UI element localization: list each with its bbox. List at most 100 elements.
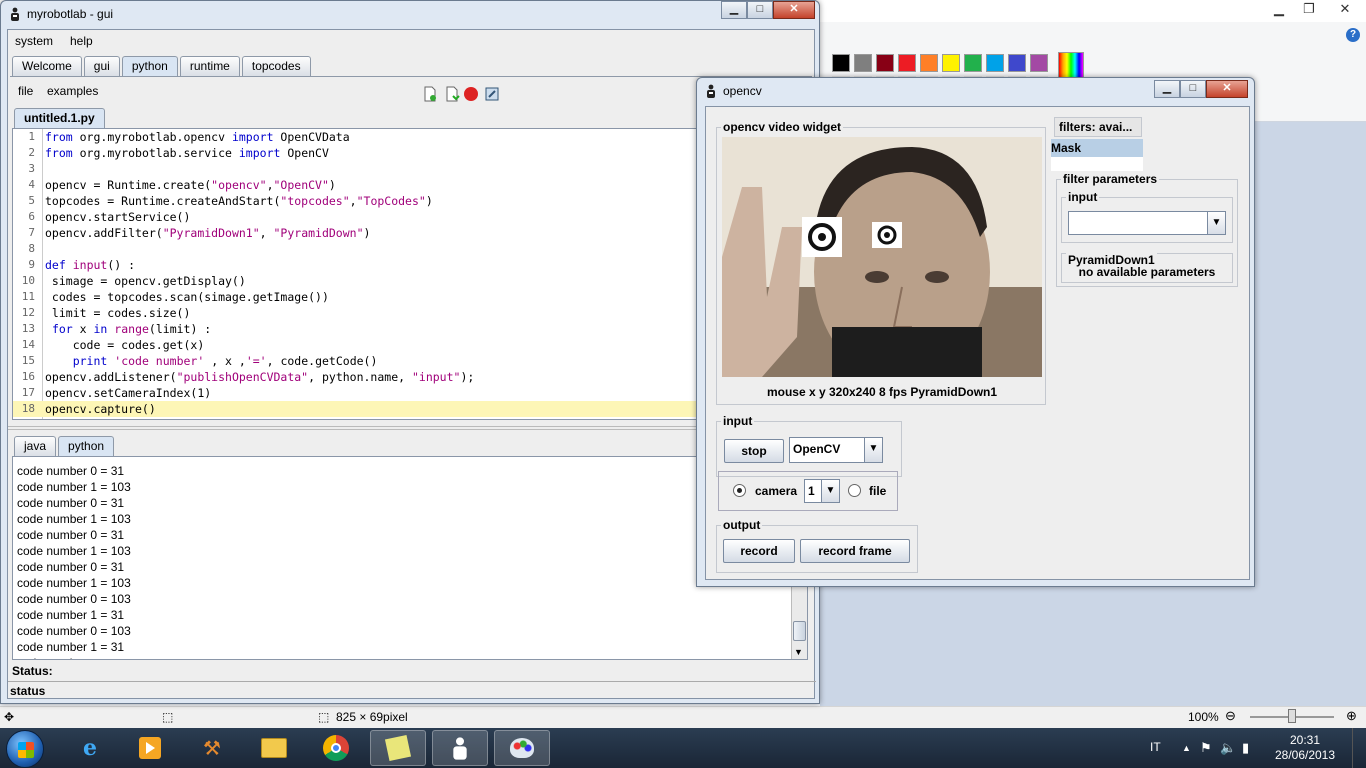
- file-radio[interactable]: [848, 484, 861, 497]
- chrome-icon[interactable]: [308, 730, 364, 766]
- code-line[interactable]: 5 topcodes = Runtime.createAndStart("topc…: [13, 193, 711, 209]
- minimize-icon[interactable]: ▁: [1154, 80, 1180, 98]
- code-line[interactable]: 8: [13, 241, 711, 257]
- tab-gui[interactable]: gui: [83, 56, 120, 76]
- tab-topcodes[interactable]: topcodes: [241, 56, 311, 76]
- java-app-icon[interactable]: [432, 730, 488, 766]
- code-line[interactable]: 15 print 'code number' , x ,'=', code.ge…: [13, 353, 711, 369]
- tab-runtime[interactable]: runtime: [179, 56, 240, 76]
- color-swatch[interactable]: [854, 54, 872, 72]
- language-indicator[interactable]: IT: [1150, 740, 1161, 754]
- code-line[interactable]: 11 codes = topcodes.scan(simage.getImage…: [13, 289, 711, 305]
- stop-icon[interactable]: [463, 86, 479, 102]
- menu-examples[interactable]: examples: [47, 84, 98, 98]
- code-line[interactable]: 14 code = codes.get(x): [13, 337, 711, 353]
- help-icon[interactable]: ?: [1346, 28, 1360, 42]
- restore-icon[interactable]: ❐: [1294, 0, 1324, 20]
- color-swatch[interactable]: [986, 54, 1004, 72]
- show-hidden-icons[interactable]: ▲: [1182, 743, 1191, 753]
- paint-statusbar: ✥ ⬚ ⬚ 825 × 69pixel 100% ⊖ ⊕: [0, 706, 1366, 728]
- console-output[interactable]: ▼ code number 0 = 31 code number 1 = 103 c…: [12, 456, 808, 660]
- opencv-client: opencv video widget mouse x y 320x240 8 …: [705, 106, 1250, 580]
- tab-python[interactable]: python: [121, 56, 178, 76]
- code-line[interactable]: 2 from org.myrobotlab.service import Open…: [13, 145, 711, 161]
- record-button[interactable]: record: [723, 539, 795, 563]
- console-line: code number 0 = 31: [17, 496, 125, 510]
- media-player-icon[interactable]: [122, 730, 178, 766]
- edit-colors-button[interactable]: [1058, 52, 1084, 78]
- record-frame-button[interactable]: record frame: [800, 539, 910, 563]
- explorer-folder-icon[interactable]: [246, 730, 302, 766]
- tab-welcome[interactable]: Welcome: [12, 56, 82, 76]
- video-feed[interactable]: [722, 137, 1042, 377]
- tab-python-console[interactable]: python: [58, 436, 115, 456]
- code-line[interactable]: 1 from org.myrobotlab.opencv import OpenC…: [13, 129, 711, 145]
- line-number: 2: [28, 146, 35, 159]
- camera-index-select[interactable]: 1 ▼: [804, 479, 840, 503]
- source-select[interactable]: OpenCV ▼: [789, 437, 883, 463]
- line-number: 10: [21, 274, 35, 287]
- code-line[interactable]: 17 opencv.setCameraIndex(1): [13, 385, 711, 401]
- code-line[interactable]: 12 limit = codes.size(): [13, 305, 711, 321]
- color-swatch[interactable]: [1008, 54, 1026, 72]
- close-icon[interactable]: ✕: [1324, 0, 1366, 20]
- show-desktop-button[interactable]: [1352, 728, 1366, 768]
- code-line[interactable]: 6 opencv.startService(): [13, 209, 711, 225]
- window-title: myrobotlab - gui: [27, 7, 114, 21]
- color-swatch[interactable]: [964, 54, 982, 72]
- console-scroll-thumb[interactable]: [793, 621, 806, 641]
- code-line[interactable]: 18 opencv.capture(): [13, 401, 711, 417]
- no-params-text: no available parameters: [1078, 265, 1216, 279]
- execute-script-icon[interactable]: [484, 86, 500, 102]
- volume-icon[interactable]: 🔈: [1220, 740, 1236, 756]
- color-swatch[interactable]: [876, 54, 894, 72]
- color-swatch[interactable]: [832, 54, 850, 72]
- scroll-down-icon[interactable]: ▼: [794, 647, 803, 657]
- code-line[interactable]: 16 opencv.addListener("publishOpenCVData"…: [13, 369, 711, 385]
- menu-help[interactable]: help: [70, 34, 93, 48]
- code-line[interactable]: 9 def input() :: [13, 257, 711, 273]
- maximize-icon[interactable]: □: [747, 1, 773, 19]
- color-swatch[interactable]: [898, 54, 916, 72]
- close-icon[interactable]: ✕: [1206, 80, 1248, 98]
- filter-list[interactable]: [1051, 157, 1143, 171]
- code-line[interactable]: 13 for x in range(limit) :: [13, 321, 711, 337]
- line-number: 15: [21, 354, 35, 367]
- console-line: code number 1 = 31: [17, 640, 125, 654]
- zoom-in-icon[interactable]: ⊕: [1346, 708, 1357, 724]
- paint-icon[interactable]: [494, 730, 550, 766]
- network-icon[interactable]: ▮: [1242, 740, 1249, 756]
- start-button[interactable]: [6, 730, 44, 768]
- close-icon[interactable]: ✕: [773, 1, 815, 19]
- maximize-icon[interactable]: □: [1180, 80, 1206, 98]
- action-center-icon[interactable]: ⚑: [1200, 740, 1212, 756]
- console-tabs: java python: [14, 436, 115, 456]
- code-line[interactable]: 3: [13, 161, 711, 177]
- zoom-slider-thumb[interactable]: [1288, 709, 1296, 723]
- filter-input-select[interactable]: ▼: [1068, 211, 1226, 235]
- new-file-icon[interactable]: [422, 86, 438, 102]
- sticky-notes-icon[interactable]: [370, 730, 426, 766]
- color-swatch[interactable]: [1030, 54, 1048, 72]
- minimize-icon[interactable]: ▁: [1264, 0, 1294, 20]
- menu-system[interactable]: system: [15, 34, 53, 48]
- code-line[interactable]: 10 simage = opencv.getDisplay(): [13, 273, 711, 289]
- split-pane-divider[interactable]: [8, 426, 816, 430]
- color-swatch[interactable]: [942, 54, 960, 72]
- menu-file[interactable]: file: [18, 84, 33, 98]
- tab-java-console[interactable]: java: [14, 436, 57, 456]
- color-swatch[interactable]: [920, 54, 938, 72]
- clock[interactable]: 20:31 28/06/2013: [1270, 733, 1340, 763]
- open-file-icon[interactable]: [444, 86, 460, 102]
- minimize-icon[interactable]: ▁: [721, 1, 747, 19]
- camera-radio[interactable]: [733, 484, 746, 497]
- filter-list-item[interactable]: Mask: [1051, 139, 1143, 157]
- tools-icon[interactable]: ⚒: [184, 730, 240, 766]
- code-line[interactable]: 4 opencv = Runtime.create("opencv","OpenC…: [13, 177, 711, 193]
- zoom-out-icon[interactable]: ⊖: [1225, 708, 1236, 724]
- code-editor[interactable]: 1 from org.myrobotlab.opencv import OpenC…: [12, 128, 712, 420]
- tab-untitled-file[interactable]: untitled.1.py: [14, 108, 105, 128]
- internet-explorer-icon[interactable]: e: [62, 730, 118, 766]
- stop-button[interactable]: stop: [724, 439, 784, 463]
- code-line[interactable]: 7 opencv.addFilter("PyramidDown1", "Pyram…: [13, 225, 711, 241]
